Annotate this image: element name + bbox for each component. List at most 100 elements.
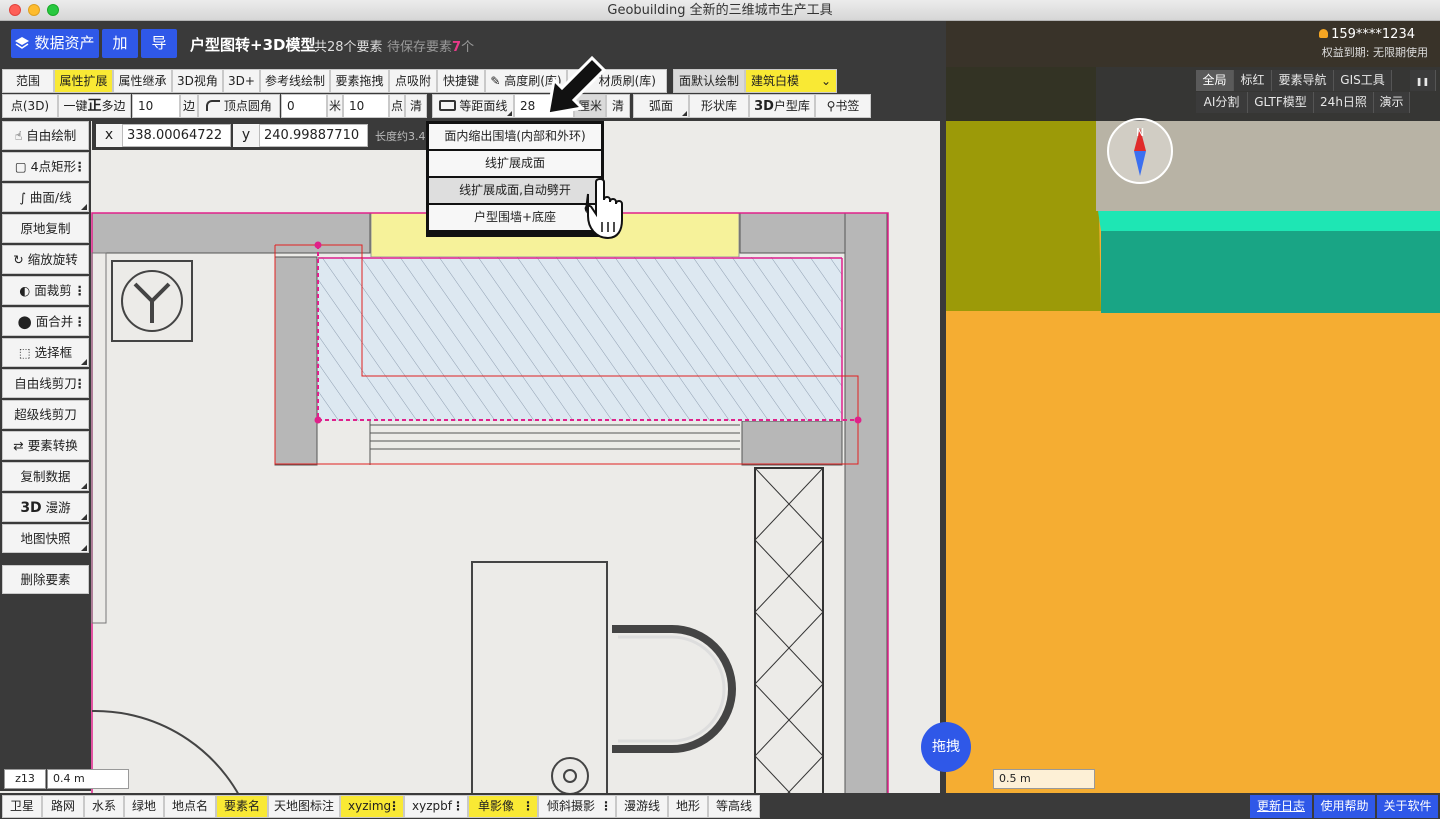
copy-in-place-button[interactable]: 原地复制 [2, 214, 89, 243]
data-assets-button[interactable]: 数据资产 [11, 29, 99, 58]
more-options-icon[interactable]: ⋮ [522, 796, 534, 817]
attribute-inherit-button[interactable]: 属性继承 [113, 69, 172, 93]
more-options-icon[interactable]: ⋮ [600, 796, 612, 817]
drag-button[interactable]: 拖拽 [921, 722, 971, 772]
layer-satellite[interactable]: 卫星 [2, 795, 42, 818]
rectangle-icon: ▢ [14, 159, 27, 174]
face-clip-button[interactable]: ◐ 面裁剪 ⋮ [2, 276, 89, 305]
layer-xyzpbf[interactable]: xyzpbf ⋮ [404, 795, 468, 818]
map-3d-view[interactable] [946, 21, 1440, 819]
about-button[interactable]: 关于软件 [1377, 795, 1438, 818]
bookmark-button[interactable]: ⚲书签 [815, 94, 871, 118]
arc-face-button[interactable]: 弧面 [633, 94, 689, 118]
attribute-extend-button[interactable]: 属性扩展 [54, 69, 113, 93]
super-line-scissors-button[interactable]: 超级线剪刀 [2, 400, 89, 429]
length-readout: 长度约3.4 [375, 130, 426, 143]
layer-single-image[interactable]: 单影像 ⋮ [468, 795, 538, 818]
scale-rotate-button[interactable]: ↻ 缩放旋转 [2, 245, 89, 274]
clear-corner-button[interactable]: 清 [405, 94, 427, 118]
user-account[interactable]: 159****1234 [1319, 27, 1415, 42]
layer-feature-name[interactable]: 要素名 [216, 795, 268, 818]
more-options-icon[interactable]: ⋮ [388, 796, 400, 817]
tab-global[interactable]: 全局 [1196, 70, 1234, 91]
minimize-window-button[interactable] [28, 4, 40, 16]
submenu-triangle-icon [81, 545, 87, 551]
delete-feature-button[interactable]: 删除要素 [2, 565, 89, 594]
point-3d-button[interactable]: 点(3D) [2, 94, 58, 118]
layer-roam-line[interactable]: 漫游线 [616, 795, 668, 818]
submenu-triangle-icon [81, 514, 87, 520]
layer-road[interactable]: 路网 [42, 795, 84, 818]
layer-tianditu-label[interactable]: 天地图标注 [268, 795, 340, 818]
corner-radius-input[interactable]: 0 [281, 94, 327, 118]
project-title: 户型图转+3D模型 [190, 36, 316, 54]
more-options-icon[interactable]: ⋮ [74, 153, 86, 180]
chevron-down-icon: ⌄ [820, 74, 831, 88]
tab-gltf-model[interactable]: GLTF模型 [1248, 92, 1314, 113]
building-model-select[interactable]: 建筑白模 ⌄ [745, 69, 837, 93]
zoom-level: z13 [4, 769, 46, 789]
shortcut-keys-button[interactable]: 快捷键 [437, 69, 485, 93]
hand-draw-icon: ☝ [14, 128, 23, 143]
vertex-round-corner-button[interactable]: 顶点圆角 [198, 94, 280, 118]
view-3d-angle-button[interactable]: 3D视角 [172, 69, 223, 93]
merge-circles-icon: ⬤ [17, 314, 32, 329]
floorplan-3d-library-button[interactable]: 3D户型库 [749, 94, 815, 118]
layer-xyzimg[interactable]: xyzimg ⋮ [340, 795, 404, 818]
more-options-icon[interactable]: ⋮ [74, 277, 86, 304]
face-merge-button[interactable]: ⬤ 面合并 ⋮ [2, 307, 89, 336]
hand-cursor-icon [584, 178, 623, 240]
scale-bar-2d: 0.4 m [47, 769, 129, 789]
tab-ai-segment[interactable]: AI分割 [1196, 92, 1248, 113]
tab-demo[interactable]: 演示 [1374, 92, 1410, 113]
layer-place-name[interactable]: 地点名 [164, 795, 216, 818]
layer-water[interactable]: 水系 [84, 795, 124, 818]
zoom-window-button[interactable] [47, 4, 59, 16]
window-title: Geobuilding 全新的三维城市生产工具 [607, 3, 833, 18]
feature-count: 共28个要素 [314, 40, 383, 55]
layer-terrain[interactable]: 地形 [668, 795, 708, 818]
layer-contour[interactable]: 等高线 [708, 795, 760, 818]
tab-mark-red[interactable]: 标红 [1234, 70, 1272, 91]
default-face-draw-button[interactable]: 面默认绘制 [673, 69, 745, 93]
shape-library-button[interactable]: 形状库 [689, 94, 749, 118]
rotate-icon: ↻ [13, 252, 24, 267]
regular-polygon-button[interactable]: 一键正多边 [58, 94, 131, 118]
feature-convert-button[interactable]: ⇄ 要素转换 [2, 431, 89, 460]
point-snap-button[interactable]: 点吸附 [389, 69, 437, 93]
curve-button[interactable]: ∫ 曲面/线 [2, 183, 89, 212]
layer-green[interactable]: 绿地 [124, 795, 164, 818]
selection-box-button[interactable]: ⬚ 选择框 [2, 338, 89, 367]
more-options-icon[interactable]: ⋮ [74, 370, 86, 397]
tab-gis-tools[interactable]: GIS工具 [1334, 70, 1392, 91]
compass-widget[interactable]: N [1107, 118, 1173, 184]
free-draw-button[interactable]: ☝ 自由绘制 [2, 121, 89, 150]
corner-points-input[interactable]: 10 [343, 94, 389, 118]
copy-data-button[interactable]: 复制数据 [2, 462, 89, 491]
roam-3d-button[interactable]: 3D 漫游 [2, 493, 89, 522]
four-point-rect-button[interactable]: ▢ 4点矩形 ⋮ [2, 152, 89, 181]
free-line-scissors-button[interactable]: 自由线剪刀 ⋮ [2, 369, 89, 398]
reference-line-button[interactable]: 参考线绘制 [260, 69, 330, 93]
x-coordinate-input[interactable]: 338.00064722 [122, 124, 231, 147]
offset-line-button[interactable]: 等距面线 [432, 94, 514, 118]
pause-toggle[interactable]: ❚❚ [1410, 70, 1436, 91]
changelog-link[interactable]: 更新日志 [1250, 795, 1312, 818]
y-coordinate-input[interactable]: 240.99887710 [259, 124, 368, 147]
close-window-button[interactable] [9, 4, 21, 16]
points-unit-label: 点 [389, 94, 405, 118]
plus-3d-button[interactable]: 3D+ [223, 69, 260, 93]
polygon-sides-input[interactable]: 10 [132, 94, 180, 118]
range-button[interactable]: 范围 [2, 69, 54, 93]
tab-feature-nav[interactable]: 要素导航 [1272, 70, 1334, 91]
layer-oblique-photo[interactable]: 倾斜摄影 ⋮ [538, 795, 616, 818]
tab-24h-sunlight[interactable]: 24h日照 [1314, 92, 1374, 113]
more-options-icon[interactable]: ⋮ [452, 796, 464, 817]
add-button[interactable]: 加 [102, 29, 138, 58]
map-snapshot-button[interactable]: 地图快照 [2, 524, 89, 553]
account-header: 159****1234 权益到期: 无限期使用 [946, 21, 1440, 67]
help-button[interactable]: 使用帮助 [1314, 795, 1375, 818]
export-button[interactable]: 导 [141, 29, 177, 58]
more-options-icon[interactable]: ⋮ [74, 308, 86, 335]
feature-drag-button[interactable]: 要素拖拽 [330, 69, 389, 93]
